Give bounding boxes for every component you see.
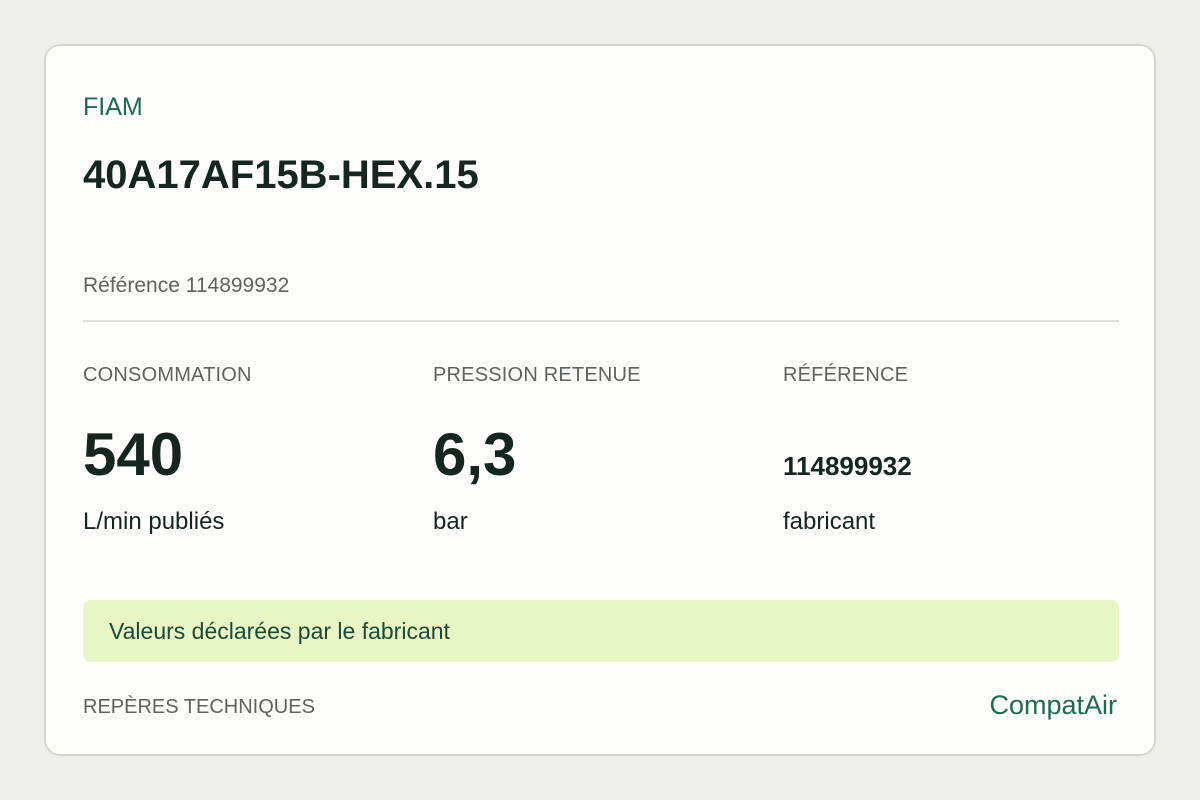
stat-label: RÉFÉRENCE (783, 364, 909, 386)
divider (83, 320, 1119, 322)
stat-reference: RÉFÉRENCE 114899932 fabricant (783, 364, 912, 535)
section-label: REPÈRES TECHNIQUES (83, 696, 315, 718)
stat-unit: fabricant (783, 508, 876, 535)
product-reference: Référence 114899932 (83, 274, 290, 297)
stat-value: 6,3 (433, 421, 517, 488)
stat-unit: L/min publiés (83, 508, 225, 535)
stat-consumption: CONSOMMATION 540 L/min publiés (83, 364, 252, 535)
manufacturer-notice: Valeurs déclarées par le fabricant (83, 600, 1119, 662)
stat-unit: bar (433, 508, 468, 535)
product-card: FIAM 40A17AF15B-HEX.15 Référence 1148999… (44, 44, 1156, 756)
product-model: 40A17AF15B-HEX.15 (83, 153, 479, 197)
notice-text: Valeurs déclarées par le fabricant (109, 617, 450, 644)
stat-value: 540 (83, 421, 184, 488)
stat-label: PRESSION RETENUE (433, 364, 641, 386)
site-link[interactable]: CompatAir (989, 690, 1117, 721)
stat-pressure: PRESSION RETENUE 6,3 bar (433, 364, 641, 535)
stat-label: CONSOMMATION (83, 364, 252, 386)
brand-name: FIAM (83, 93, 143, 121)
stat-value: 114899932 (783, 451, 912, 481)
